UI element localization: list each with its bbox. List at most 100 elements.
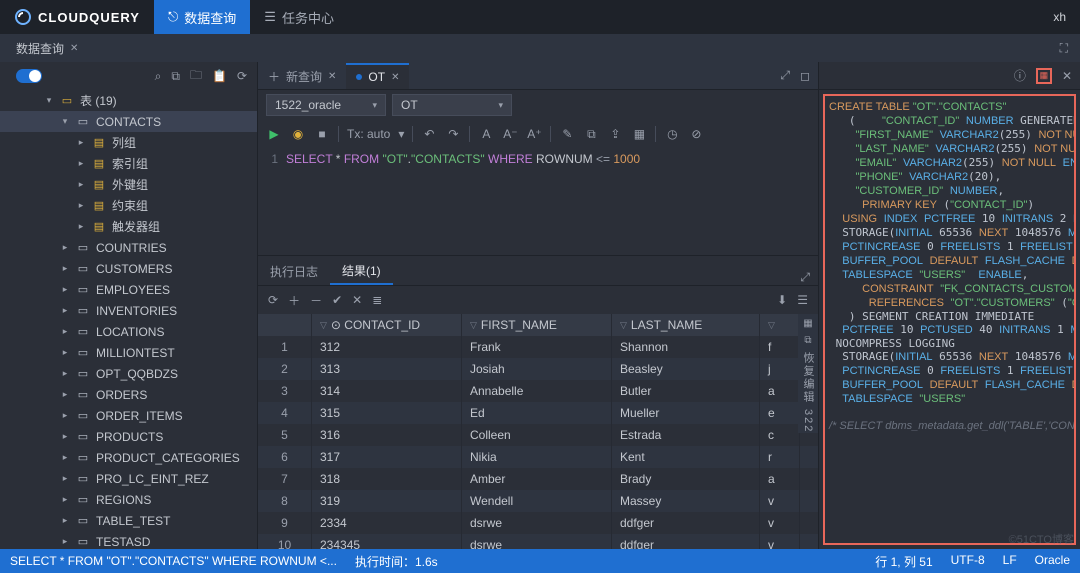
cell[interactable]: a: [760, 468, 800, 490]
tree-item[interactable]: ▸▭PRODUCTS: [0, 426, 257, 447]
col-header[interactable]: ▽⊙ CONTACT_ID: [312, 314, 462, 336]
cell[interactable]: j: [760, 358, 800, 380]
table-row[interactable]: 1312FrankShannonf: [258, 336, 818, 358]
record-icon[interactable]: ◉: [290, 127, 306, 141]
cell[interactable]: 316: [312, 424, 462, 446]
table-row[interactable]: 4315EdMuellere: [258, 402, 818, 424]
result-grid[interactable]: ▦⧉ 恢复编辑 322 ▽⊙ CONTACT_ID▽FIRST_NAME▽LAS…: [258, 314, 818, 549]
info-icon[interactable]: ⓘ: [1014, 67, 1026, 84]
cell[interactable]: Beasley: [612, 358, 760, 380]
cell[interactable]: Nikia: [462, 446, 612, 468]
filter-icon[interactable]: ▽: [470, 320, 477, 331]
filter-icon[interactable]: ▽: [620, 320, 627, 331]
tree-item[interactable]: ▸▭MILLIONTEST: [0, 342, 257, 363]
tree-item[interactable]: ▸▭OPT_QQBDZS: [0, 363, 257, 384]
cell[interactable]: 315: [312, 402, 462, 424]
cell[interactable]: Brady: [612, 468, 760, 490]
table-row[interactable]: 6317NikiaKentr: [258, 446, 818, 468]
sql-editor[interactable]: 1 SELECT * FROM "OT"."CONTACTS" WHERE RO…: [258, 148, 818, 256]
hide-icon[interactable]: ⊘: [688, 127, 704, 141]
toggle-switch[interactable]: [16, 69, 42, 83]
cell[interactable]: Kent: [612, 446, 760, 468]
chevron-down-icon[interactable]: ▾: [398, 127, 404, 141]
table-row[interactable]: 7318AmberBradya: [258, 468, 818, 490]
search-icon[interactable]: ⌕: [155, 69, 162, 84]
upload-icon[interactable]: ⇪: [607, 127, 623, 141]
cell[interactable]: Wendell: [462, 490, 612, 512]
editor-tab[interactable]: ＋新查询✕: [258, 63, 346, 89]
x-icon[interactable]: ✕: [352, 293, 362, 307]
schema-dropdown[interactable]: OT▾: [392, 94, 512, 116]
cell[interactable]: Ed: [462, 402, 612, 424]
cell[interactable]: 312: [312, 336, 462, 358]
text-a-minus-icon[interactable]: A⁻: [502, 127, 518, 141]
close-icon[interactable]: ✕: [391, 72, 399, 83]
cell[interactable]: v: [760, 512, 800, 534]
cell[interactable]: 318: [312, 468, 462, 490]
close-icon[interactable]: ✕: [1062, 69, 1072, 83]
doc-icon[interactable]: ✎: [559, 127, 575, 141]
grid-icon[interactable]: ▦: [631, 127, 647, 141]
undo-icon[interactable]: ↶: [421, 127, 437, 141]
top-nav-item[interactable]: ☰任务中心: [250, 0, 348, 34]
tree-item[interactable]: ▸▭COUNTRIES: [0, 237, 257, 258]
top-nav-item[interactable]: ⎋数据查询: [154, 0, 250, 34]
table-row[interactable]: 3314AnnabelleButlera: [258, 380, 818, 402]
filter-icon[interactable]: ▽: [320, 320, 327, 331]
tree-item[interactable]: ▸▤索引组: [0, 153, 257, 174]
cell[interactable]: c: [760, 424, 800, 446]
tree-item[interactable]: ▸▭PRODUCT_CATEGORIES: [0, 447, 257, 468]
collapse-icon[interactable]: ◻: [800, 69, 810, 83]
clipboard-icon[interactable]: 📋: [212, 69, 227, 83]
col-header[interactable]: ▽: [760, 314, 800, 336]
maximize-icon[interactable]: ⛶: [1060, 41, 1074, 56]
cell[interactable]: e: [760, 402, 800, 424]
table-row[interactable]: 92334dsrweddfgerv: [258, 512, 818, 534]
play-icon[interactable]: ▶: [266, 127, 282, 141]
ddl-code[interactable]: CREATE TABLE "OT"."CONTACTS" ( "CONTACT_…: [823, 94, 1076, 545]
cell[interactable]: f: [760, 336, 800, 358]
result-expand-icon[interactable]: ⤢: [800, 270, 818, 285]
cell[interactable]: r: [760, 446, 800, 468]
connection-dropdown[interactable]: 1522_oracle▾: [266, 94, 386, 116]
check-icon[interactable]: ✔: [332, 293, 342, 307]
sql-box-icon[interactable]: ▦: [1036, 68, 1052, 84]
cell[interactable]: ddfger: [612, 534, 760, 549]
tree-item[interactable]: ▸▭CUSTOMERS: [0, 258, 257, 279]
download-icon[interactable]: ⬇: [777, 293, 787, 307]
cell[interactable]: v: [760, 534, 800, 549]
col-header[interactable]: ▽LAST_NAME: [612, 314, 760, 336]
tree-item[interactable]: ▸▤触发器组: [0, 216, 257, 237]
cell[interactable]: a: [760, 380, 800, 402]
cell[interactable]: 317: [312, 446, 462, 468]
cell[interactable]: Annabelle: [462, 380, 612, 402]
cell[interactable]: 314: [312, 380, 462, 402]
result-tab[interactable]: 执行日志: [258, 257, 330, 285]
tree-item[interactable]: ▸▭EMPLOYEES: [0, 279, 257, 300]
result-tab[interactable]: 结果(1): [330, 257, 393, 285]
clock-icon[interactable]: ◷: [664, 127, 680, 141]
tree-item[interactable]: ▸▭TESTASD: [0, 531, 257, 549]
tree-item[interactable]: ▸▭ORDER_ITEMS: [0, 405, 257, 426]
tree-item[interactable]: ▸▭PRO_LC_EINT_REZ: [0, 468, 257, 489]
user-label[interactable]: xh: [1053, 10, 1080, 24]
folder-icon[interactable]: 🗀: [190, 66, 202, 87]
tree-item[interactable]: ▾▭CONTACTS: [0, 111, 257, 132]
cell[interactable]: 2334: [312, 512, 462, 534]
cell[interactable]: Estrada: [612, 424, 760, 446]
cell[interactable]: 234345: [312, 534, 462, 549]
cell[interactable]: v: [760, 490, 800, 512]
tree-item[interactable]: ▾▭表 (19): [0, 90, 257, 111]
tree-item[interactable]: ▸▭REGIONS: [0, 489, 257, 510]
tree-item[interactable]: ▸▭LOCATIONS: [0, 321, 257, 342]
tree-item[interactable]: ▸▭ORDERS: [0, 384, 257, 405]
tree-item[interactable]: ▸▤列组: [0, 132, 257, 153]
tree-item[interactable]: ▸▭INVENTORIES: [0, 300, 257, 321]
tx-label[interactable]: Tx: auto: [347, 127, 390, 141]
refresh-icon[interactable]: ⟳: [237, 69, 247, 83]
cell[interactable]: Shannon: [612, 336, 760, 358]
cell[interactable]: dsrwe: [462, 512, 612, 534]
cell[interactable]: Butler: [612, 380, 760, 402]
plus-icon[interactable]: ＋: [288, 292, 300, 309]
vertical-tabs[interactable]: ▦⧉ 恢复编辑 322: [798, 314, 818, 433]
